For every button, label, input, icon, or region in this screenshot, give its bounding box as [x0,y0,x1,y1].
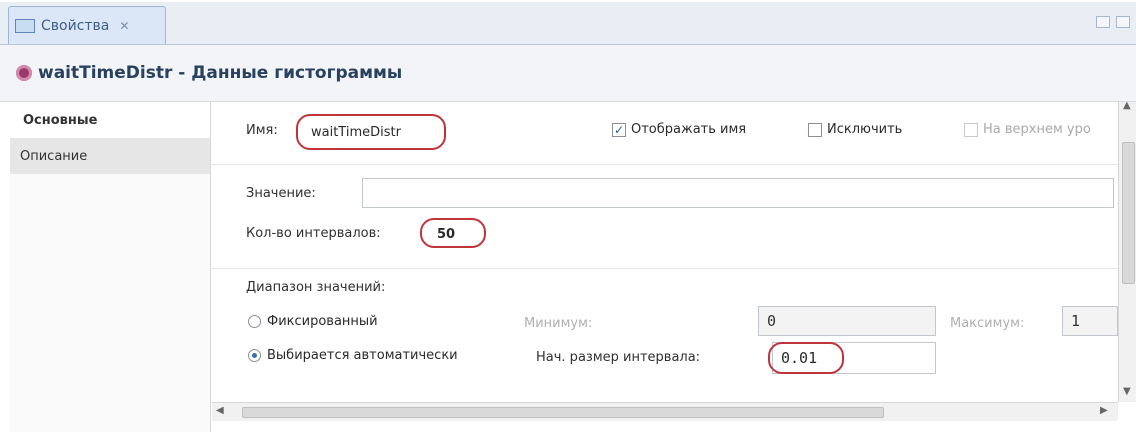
checkbox-icon [808,122,822,137]
vertical-scroll-thumb[interactable] [1122,142,1135,284]
minimum-label: Минимум: [524,316,593,331]
fixed-label: Фиксированный [267,314,378,329]
radio-selected-icon [248,349,261,362]
window-controls [1096,16,1130,28]
scroll-left-icon[interactable]: ◀ [216,405,224,416]
auto-radio[interactable]: Выбирается автоматически [248,348,458,363]
horizontal-scrollbar[interactable]: ◀ ▶ [212,402,1118,421]
exclude-label: Исключить [827,122,903,137]
properties-main-panel: Имя: waitTimeDistr ✓ Отображать имя Искл… [212,102,1118,402]
sidebar-item-description[interactable]: Описание [10,138,210,174]
maximum-field: 1 [1062,306,1118,336]
scroll-down-icon[interactable]: ▼ [1123,386,1131,397]
range-section: Диапазон значений: Фиксированный Выбирае… [212,268,1118,382]
fixed-radio[interactable]: Фиксированный [248,314,378,329]
properties-view-icon [15,18,35,33]
name-label: Имя: [246,123,278,138]
range-heading: Диапазон значений: [246,280,386,295]
close-icon[interactable]: ✕ [119,19,129,33]
exclude-checkbox[interactable]: Исключить [808,122,902,137]
tab-properties[interactable]: Свойства ✕ [8,6,166,44]
scroll-right-icon[interactable]: ▶ [1100,405,1108,416]
horizontal-scroll-thumb[interactable] [242,407,884,418]
histogram-data-icon [16,65,32,81]
view-tab-bar: Свойства ✕ [0,2,1136,45]
sidebar-item-general[interactable]: Основные [10,102,210,138]
value-section: Значение: Кол-во интервалов: 50 [212,164,1118,269]
value-field[interactable] [362,178,1114,208]
general-section: Имя: waitTimeDistr ✓ Отображать имя Искл… [212,102,1118,165]
minimize-icon[interactable] [1096,16,1110,28]
vertical-scrollbar[interactable]: ▲ ▼ [1118,100,1136,402]
top-level-label: На верхнем уро [983,122,1091,137]
maximum-label: Максимум: [950,316,1025,331]
minimum-field: 0 [758,306,936,336]
checkbox-checked-icon: ✓ [612,122,626,137]
tab-properties-label: Свойства [41,17,110,34]
properties-header: waitTimeDistr - Данные гистограммы [0,45,1136,102]
initial-interval-label: Нач. размер интервала: [536,350,701,365]
radio-icon [248,315,261,328]
show-name-label: Отображать имя [631,122,747,137]
highlight-oval-intervals [420,218,486,248]
object-name-title: waitTimeDistr [38,63,173,83]
scroll-up-icon[interactable]: ▲ [1123,100,1131,111]
top-level-checkbox: На верхнем уро [964,122,1091,137]
properties-sidebar: Основные Описание [10,102,211,432]
checkbox-icon [964,122,978,137]
section-title: Данные гистограммы [191,63,403,83]
highlight-oval-interval-size [768,342,844,374]
show-name-checkbox[interactable]: ✓ Отображать имя [612,122,746,137]
title-separator: - [172,63,192,83]
highlight-oval-name [296,114,446,150]
auto-label: Выбирается автоматически [267,348,458,363]
maximize-icon[interactable] [1116,16,1130,28]
intervals-label: Кол-во интервалов: [246,226,381,241]
value-label: Значение: [246,186,316,201]
